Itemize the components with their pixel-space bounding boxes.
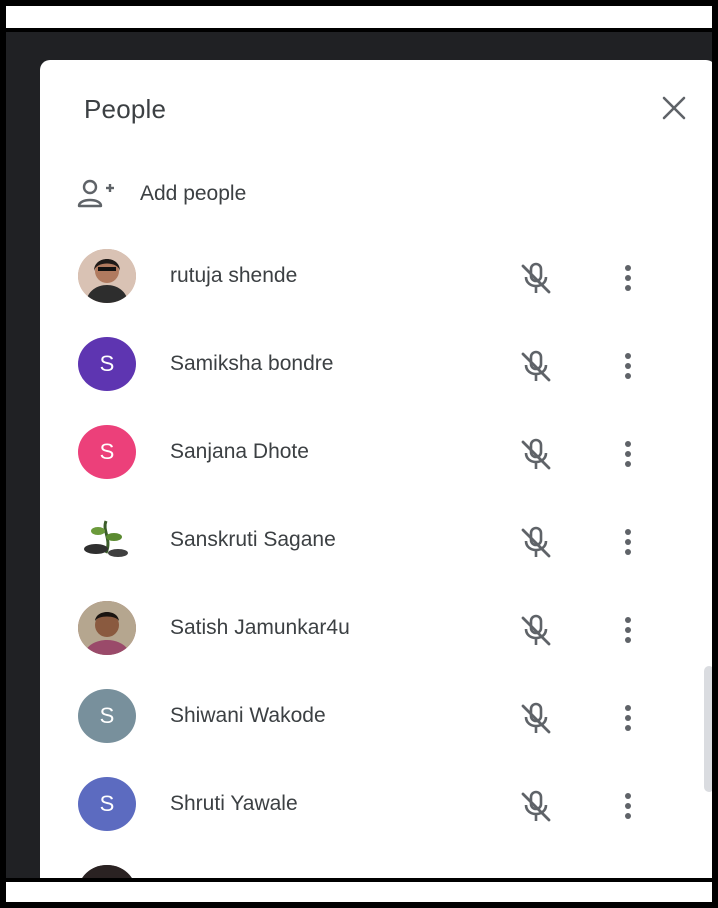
more-options-button[interactable]	[614, 786, 642, 826]
more-vert-icon	[625, 265, 631, 291]
more-vert-icon	[625, 793, 631, 819]
mute-button[interactable]	[516, 522, 556, 562]
people-panel: People Add people rutuja shende S Samiksha…	[40, 60, 712, 894]
participant-row[interactable]: Satish Jamunkar4u	[40, 584, 712, 672]
add-people-label: Add people	[140, 182, 247, 205]
mute-button[interactable]	[516, 258, 556, 298]
close-button[interactable]	[658, 92, 690, 124]
bottom-strip	[6, 878, 712, 902]
more-options-button[interactable]	[614, 698, 642, 738]
participant-row[interactable]: S Sanjana Dhote	[40, 408, 712, 496]
mic-off-icon	[521, 702, 551, 734]
participant-name: Shiwani Wakode	[170, 704, 326, 727]
mute-button[interactable]	[516, 434, 556, 474]
participant-row[interactable]: Sanskruti Sagane	[40, 496, 712, 584]
avatar: S	[78, 689, 136, 743]
more-options-button[interactable]	[614, 610, 642, 650]
add-people-button[interactable]: Add people	[76, 176, 246, 212]
more-vert-icon	[625, 617, 631, 643]
more-vert-icon	[625, 529, 631, 555]
mute-button[interactable]	[516, 698, 556, 738]
participant-name: Sanjana Dhote	[170, 440, 309, 463]
mute-button[interactable]	[516, 346, 556, 386]
mute-button[interactable]	[516, 610, 556, 650]
screenshot-frame: People Add people rutuja shende S Samiksha…	[0, 0, 718, 908]
avatar-letter: S	[99, 703, 115, 728]
mic-off-icon	[521, 262, 551, 294]
more-vert-icon	[625, 353, 631, 379]
participant-name: rutuja shende	[170, 264, 298, 287]
more-options-button[interactable]	[614, 522, 642, 562]
participant-name: Samiksha bondre	[170, 352, 334, 375]
avatar-letter: S	[99, 351, 115, 376]
participant-name: Shruti Yawale	[170, 792, 298, 815]
avatar-letter: S	[99, 439, 115, 464]
avatar	[78, 513, 136, 567]
participant-row[interactable]: rutuja shende	[40, 232, 712, 320]
mic-off-icon	[521, 438, 551, 470]
more-options-button[interactable]	[614, 346, 642, 386]
avatar	[78, 249, 136, 303]
more-options-button[interactable]	[614, 434, 642, 474]
add-person-icon	[77, 179, 114, 208]
mic-off-icon	[521, 526, 551, 558]
avatar: S	[78, 337, 136, 391]
mic-off-icon	[521, 614, 551, 646]
avatar	[78, 601, 136, 655]
avatar: S	[78, 777, 136, 831]
mute-button[interactable]	[516, 786, 556, 826]
mic-off-icon	[521, 790, 551, 822]
top-strip	[6, 6, 712, 32]
mic-off-icon	[521, 350, 551, 382]
more-options-button[interactable]	[614, 258, 642, 298]
participant-name: Sanskruti Sagane	[170, 528, 336, 551]
participant-row[interactable]: S Shiwani Wakode	[40, 672, 712, 760]
participant-row[interactable]: S Shruti Yawale	[40, 760, 712, 848]
participant-name: Satish Jamunkar4u	[170, 616, 350, 639]
avatar: S	[78, 425, 136, 479]
participant-row[interactable]: S Samiksha bondre	[40, 320, 712, 408]
close-icon	[662, 96, 686, 120]
panel-title: People	[84, 94, 167, 124]
more-vert-icon	[625, 441, 631, 467]
avatar-letter: S	[99, 791, 115, 816]
scrollbar[interactable]	[704, 666, 712, 792]
more-vert-icon	[625, 705, 631, 731]
